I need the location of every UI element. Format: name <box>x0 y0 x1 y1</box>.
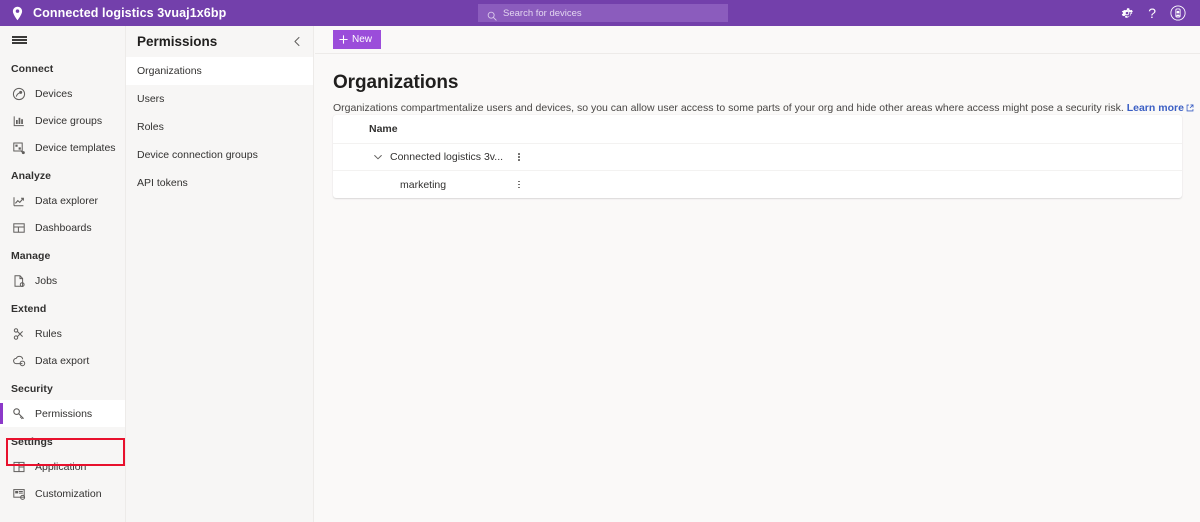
column-header-name: Name <box>369 123 398 135</box>
learn-more-label: Learn more <box>1126 102 1184 114</box>
dashboards-icon <box>12 221 26 235</box>
sidebar-item-devices[interactable]: Devices <box>0 80 125 107</box>
sub-nav-title: Permissions <box>137 34 218 49</box>
settings-icon[interactable] <box>1120 6 1134 20</box>
nav-group-extend: Extend <box>11 303 47 315</box>
sidebar-item-device-templates[interactable]: Device templates <box>0 134 125 161</box>
jobs-icon <box>12 274 26 288</box>
new-button[interactable]: New <box>333 30 382 49</box>
sidebar-item-dashboards[interactable]: Dashboards <box>0 214 125 241</box>
page-title: Organizations <box>333 72 459 93</box>
hamburger-bar <box>12 36 27 38</box>
chevron-down-icon[interactable] <box>373 152 383 162</box>
sidebar-item-label: Jobs <box>35 274 58 287</box>
permissions-key-icon <box>12 407 26 421</box>
search-input[interactable]: Search for devices <box>478 4 728 22</box>
sidebar-item-label: Permissions <box>35 407 93 420</box>
hamburger-icon[interactable] <box>0 26 125 54</box>
sub-nav-item-label: Roles <box>137 121 164 133</box>
sidebar-item-label: Rules <box>35 327 62 340</box>
sidebar-item-rules[interactable]: Rules <box>0 320 125 347</box>
more-options-icon[interactable] <box>518 180 520 189</box>
sidebar-item-application[interactable]: Application <box>0 453 125 480</box>
hamburger-bar <box>12 42 27 44</box>
app-title: Connected logistics 3vuaj1x6bp <box>33 6 227 20</box>
sidebar-item-label: Device templates <box>35 141 116 154</box>
sub-nav-item-roles[interactable]: Roles <box>126 113 313 141</box>
table-row[interactable]: Connected logistics 3v... <box>333 144 1182 171</box>
customization-icon <box>12 487 26 501</box>
nav-group-security: Security <box>11 383 53 395</box>
sidebar-item-label: Data export <box>35 354 90 367</box>
nav-group-settings: Settings <box>11 436 53 448</box>
rules-icon <box>12 327 26 341</box>
sub-nav-item-api-tokens[interactable]: API tokens <box>126 169 313 197</box>
organization-name: marketing <box>400 178 447 191</box>
hamburger-bar <box>12 39 27 41</box>
sidebar-item-label: Dashboards <box>35 221 92 234</box>
sub-nav-item-users[interactable]: Users <box>126 85 313 113</box>
sidebar-item-data-explorer[interactable]: Data explorer <box>0 187 125 214</box>
sidebar-item-data-export[interactable]: Data export <box>0 347 125 374</box>
data-export-icon <box>12 354 26 368</box>
main-content: New Organizations Organizations compartm… <box>315 26 1200 522</box>
organizations-table: Name Connected logistics 3v... marketing <box>333 115 1182 198</box>
sub-nav-item-label: Device connection groups <box>137 149 258 161</box>
sidebar-item-customization[interactable]: Customization <box>0 480 125 507</box>
sidebar-item-label: Devices <box>35 87 73 100</box>
sidebar-item-label: Data explorer <box>35 194 99 207</box>
sidebar-item-label: Application <box>35 460 87 473</box>
chevron-left-icon[interactable] <box>292 36 303 47</box>
organization-name: Connected logistics 3v... <box>390 151 504 163</box>
table-cell-name: marketing <box>333 179 446 191</box>
application-icon <box>12 460 26 474</box>
sidebar-item-label: Device groups <box>35 114 103 127</box>
page-description: Organizations compartmentalize users and… <box>315 94 1200 116</box>
nav-group-manage: Manage <box>11 250 51 262</box>
external-link-icon <box>1186 102 1194 112</box>
command-bar: New <box>315 26 1200 54</box>
nav-group-analyze: Analyze <box>11 170 52 182</box>
sub-nav-item-organizations[interactable]: Organizations <box>126 57 313 85</box>
sub-nav-item-device-connection-groups[interactable]: Device connection groups <box>126 141 313 169</box>
more-options-icon[interactable] <box>518 153 520 161</box>
search-icon <box>487 8 497 21</box>
search-placeholder: Search for devices <box>503 7 582 19</box>
plus-icon <box>339 35 348 44</box>
table-row[interactable]: marketing <box>333 171 1182 198</box>
learn-more-link[interactable]: Learn more <box>1127 102 1194 114</box>
new-button-label: New <box>352 34 373 45</box>
table-cell-name: Connected logistics 3v... <box>333 151 503 163</box>
sub-nav-item-label: Organizations <box>137 65 202 77</box>
location-pin-icon <box>11 6 24 21</box>
sidebar-item-device-groups[interactable]: Device groups <box>0 107 125 134</box>
table-header-row: Name <box>333 115 1182 144</box>
header-brand[interactable]: Connected logistics 3vuaj1x6bp <box>0 6 226 21</box>
account-icon[interactable] <box>1170 5 1186 21</box>
header-actions: ? <box>1120 0 1192 26</box>
permissions-sub-navigation: Permissions Organizations Users Roles De… <box>126 26 314 522</box>
sidebar-item-jobs[interactable]: Jobs <box>0 267 125 294</box>
sub-nav-item-label: API tokens <box>137 177 188 189</box>
sidebar-item-permissions[interactable]: Permissions <box>0 400 125 427</box>
sub-nav-item-label: Users <box>137 93 165 105</box>
left-navigation: Connect Devices Device groups Device tem… <box>0 26 126 522</box>
data-explorer-icon <box>12 194 26 208</box>
device-groups-icon <box>12 114 26 128</box>
devices-icon <box>12 87 26 101</box>
sub-nav-header: Permissions <box>126 26 313 57</box>
nav-group-connect: Connect <box>11 63 54 75</box>
app-header: Connected logistics 3vuaj1x6bp Search fo… <box>0 0 1200 26</box>
help-icon[interactable]: ? <box>1148 6 1156 20</box>
sidebar-item-label: Customization <box>35 487 102 500</box>
page-description-text: Organizations compartmentalize users and… <box>333 102 1124 114</box>
device-templates-icon <box>12 141 26 155</box>
